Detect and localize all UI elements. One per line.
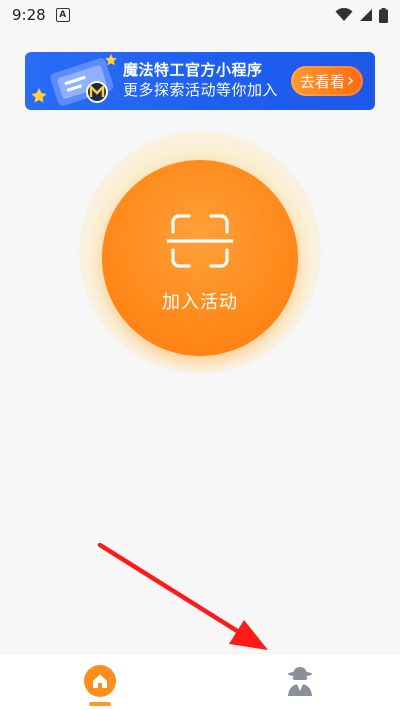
status-icons [335, 7, 388, 23]
nav-item-home[interactable] [0, 655, 200, 710]
status-time: 9:28 [12, 6, 46, 24]
chevron-right-icon: › [346, 70, 355, 91]
join-activity-label: 加入活动 [162, 292, 238, 313]
status-left: 9:28 A [12, 6, 70, 24]
nav-item-agent[interactable] [200, 655, 400, 710]
ticket-illustration-icon [31, 54, 117, 106]
mini-program-banner[interactable]: 魔法特工官方小程序 更多探索活动等你加入 去看看 › [25, 52, 375, 110]
wifi-icon [335, 8, 353, 21]
bottom-nav [0, 655, 400, 710]
banner-subtitle: 更多探索活动等你加入 [123, 81, 279, 99]
home-icon [84, 665, 116, 697]
status-bar: 9:28 A [0, 0, 400, 30]
notification-icon: A [55, 8, 70, 22]
banner-title: 魔法特工官方小程序 [123, 61, 263, 79]
spy-agent-icon [288, 667, 312, 696]
home-active-indicator [89, 702, 111, 706]
go-see-label: 去看看 [299, 72, 345, 91]
go-see-button[interactable]: 去看看 › [291, 66, 363, 96]
banner-text: 魔法特工官方小程序 更多探索活动等你加入 [123, 60, 278, 100]
scan-icon [167, 214, 233, 268]
battery-icon [379, 7, 388, 23]
join-activity-button[interactable]: 加入活动 [102, 160, 298, 356]
signal-icon [360, 9, 372, 21]
